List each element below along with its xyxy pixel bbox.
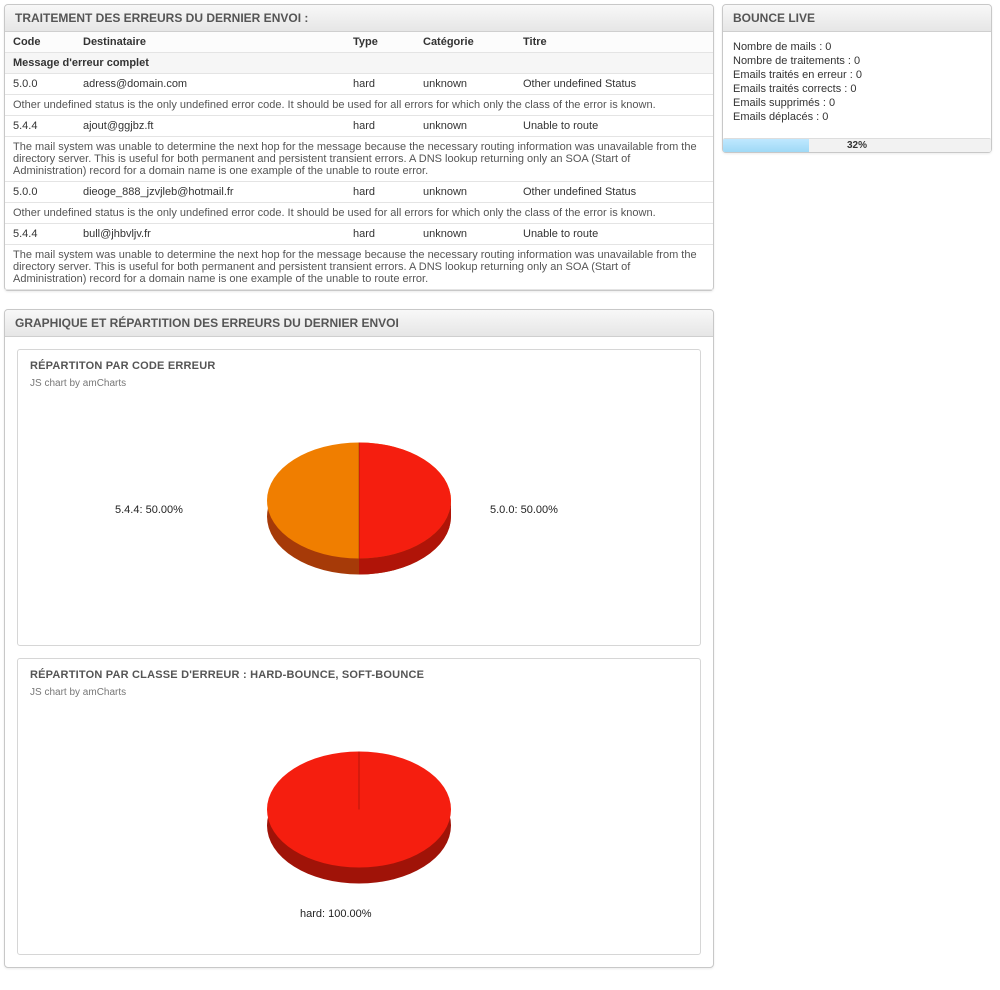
cell-titre: Unable to route bbox=[515, 116, 713, 137]
cell-titre: Other undefined Status bbox=[515, 74, 713, 95]
cell-msg: The mail system was unable to determine … bbox=[5, 245, 713, 290]
col-dest: Destinataire bbox=[75, 32, 345, 53]
col-cat: Catégorie bbox=[415, 32, 515, 53]
cell-cat: unknown bbox=[415, 116, 515, 137]
bounce-stat-line: Emails traités corrects : 0 bbox=[733, 82, 981, 96]
table-row-msg: Other undefined status is the only undef… bbox=[5, 203, 713, 224]
pie-chart-2[interactable]: hard: 100.00% bbox=[30, 708, 688, 938]
col-msg: Message d'erreur complet bbox=[5, 53, 713, 74]
chart-code-erreur: RÉPARTITON PAR CODE ERREUR JS chart by a… bbox=[17, 349, 701, 646]
cell-code: 5.0.0 bbox=[5, 74, 75, 95]
pie1-label-right: 5.0.0: 50.00% bbox=[490, 504, 558, 516]
errors-panel-title: TRAITEMENT DES ERREURS DU DERNIER ENVOI … bbox=[5, 5, 713, 32]
cell-code: 5.4.4 bbox=[5, 224, 75, 245]
table-row-msg: The mail system was unable to determine … bbox=[5, 137, 713, 182]
cell-msg: The mail system was unable to determine … bbox=[5, 137, 713, 182]
chart-credit-2[interactable]: JS chart by amCharts bbox=[30, 687, 688, 698]
cell-dest: dieoge_888_jzvjleb@hotmail.fr bbox=[75, 182, 345, 203]
bounce-stat-line: Emails traités en erreur : 0 bbox=[733, 68, 981, 82]
bounce-live-title: BOUNCE LIVE bbox=[723, 5, 991, 32]
cell-type: hard bbox=[345, 116, 415, 137]
chart-classe-erreur: RÉPARTITON PAR CLASSE D'ERREUR : HARD-BO… bbox=[17, 658, 701, 955]
chart-credit[interactable]: JS chart by amCharts bbox=[30, 378, 688, 389]
bounce-progress-label: 32% bbox=[723, 139, 991, 152]
col-code: Code bbox=[5, 32, 75, 53]
pie-chart-1[interactable]: 5.4.4: 50.00% 5.0.0: 50.00% bbox=[30, 399, 688, 629]
cell-cat: unknown bbox=[415, 74, 515, 95]
cell-dest: bull@jhbvljv.fr bbox=[75, 224, 345, 245]
cell-cat: unknown bbox=[415, 224, 515, 245]
cell-msg: Other undefined status is the only undef… bbox=[5, 95, 713, 116]
table-row: 5.4.4bull@jhbvljv.frhardunknownUnable to… bbox=[5, 224, 713, 245]
cell-titre: Unable to route bbox=[515, 224, 713, 245]
chart1-title: RÉPARTITON PAR CODE ERREUR bbox=[30, 360, 688, 372]
cell-dest: adress@domain.com bbox=[75, 74, 345, 95]
errors-panel: TRAITEMENT DES ERREURS DU DERNIER ENVOI … bbox=[4, 4, 714, 291]
charts-panel-title: GRAPHIQUE ET RÉPARTITION DES ERREURS DU … bbox=[5, 310, 713, 337]
table-row: 5.0.0adress@domain.comhardunknownOther u… bbox=[5, 74, 713, 95]
charts-panel: GRAPHIQUE ET RÉPARTITION DES ERREURS DU … bbox=[4, 309, 714, 968]
cell-titre: Other undefined Status bbox=[515, 182, 713, 203]
table-row-msg: The mail system was unable to determine … bbox=[5, 245, 713, 290]
cell-code: 5.4.4 bbox=[5, 116, 75, 137]
table-row-msg: Other undefined status is the only undef… bbox=[5, 95, 713, 116]
cell-code: 5.0.0 bbox=[5, 182, 75, 203]
col-type: Type bbox=[345, 32, 415, 53]
errors-table: Code Destinataire Type Catégorie Titre M… bbox=[5, 32, 713, 290]
cell-type: hard bbox=[345, 182, 415, 203]
cell-msg: Other undefined status is the only undef… bbox=[5, 203, 713, 224]
chart2-title: RÉPARTITON PAR CLASSE D'ERREUR : HARD-BO… bbox=[30, 669, 688, 681]
bounce-stat-line: Emails supprimés : 0 bbox=[733, 96, 981, 110]
table-row: 5.0.0dieoge_888_jzvjleb@hotmail.frhardun… bbox=[5, 182, 713, 203]
bounce-live-panel: BOUNCE LIVE Nombre de mails : 0Nombre de… bbox=[722, 4, 992, 153]
bounce-stat-line: Nombre de mails : 0 bbox=[733, 40, 981, 54]
pie2-label: hard: 100.00% bbox=[300, 908, 372, 920]
col-titre: Titre bbox=[515, 32, 713, 53]
bounce-progress: 32% bbox=[723, 138, 991, 152]
cell-dest: ajout@ggjbz.ft bbox=[75, 116, 345, 137]
cell-cat: unknown bbox=[415, 182, 515, 203]
cell-type: hard bbox=[345, 74, 415, 95]
bounce-stat-line: Emails déplacés : 0 bbox=[733, 110, 981, 124]
cell-type: hard bbox=[345, 224, 415, 245]
bounce-stat-line: Nombre de traitements : 0 bbox=[733, 54, 981, 68]
table-row: 5.4.4ajout@ggjbz.fthardunknownUnable to … bbox=[5, 116, 713, 137]
pie1-label-left: 5.4.4: 50.00% bbox=[115, 504, 183, 516]
